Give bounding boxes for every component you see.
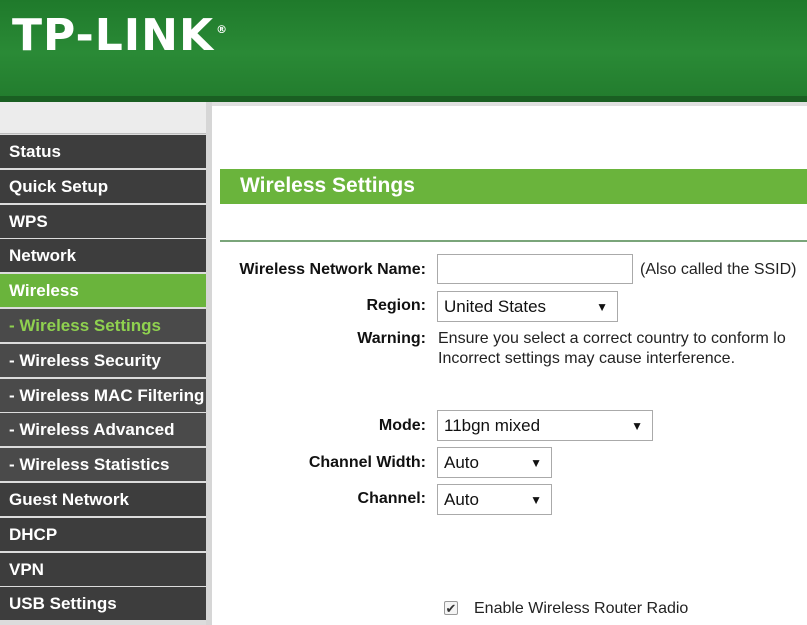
channel-label: Channel: [357, 490, 426, 507]
sidebar-item-quick-setup[interactable]: Quick Setup [0, 169, 206, 203]
sidebar-item-dhcp[interactable]: DHCP [0, 517, 206, 551]
chevron-down-icon: ▼ [631, 419, 643, 433]
channel-value: Auto [444, 490, 479, 509]
sidebar-item-wireless-settings[interactable]: - Wireless Settings [0, 308, 206, 342]
sidebar-item-wireless-advanced[interactable]: - Wireless Advanced [0, 413, 206, 447]
channel-width-label: Channel Width: [308, 454, 426, 471]
channel-select[interactable]: Auto ▼ [437, 484, 552, 515]
sidebar-item-usb-settings[interactable]: USB Settings [0, 587, 206, 621]
sidebar-item-network[interactable]: Network [0, 239, 206, 273]
tp-link-logo: TP-LINK ® [12, 10, 229, 61]
mode-select[interactable]: 11bgn mixed ▼ [437, 410, 653, 441]
page-title: Wireless Settings [240, 174, 415, 197]
sidebar-item-guest-network[interactable]: Guest Network [0, 482, 206, 516]
sidebar-item-wireless-security[interactable]: - Wireless Security [0, 343, 206, 377]
region-select[interactable]: United States ▼ [437, 291, 618, 322]
chevron-down-icon: ▼ [530, 493, 542, 507]
sidebar-divider [206, 102, 212, 625]
section-divider [220, 240, 807, 242]
sidebar-top-spacer [0, 102, 206, 134]
warning-text-line1: Ensure you select a correct country to c… [438, 330, 786, 347]
sidebar-item-wireless-mac-filtering[interactable]: - Wireless MAC Filtering [0, 378, 206, 412]
region-label: Region: [366, 297, 426, 314]
region-value: United States [444, 297, 547, 316]
header-banner: TP-LINK ® [0, 0, 807, 96]
sidebar-menu: Status Quick Setup WPS Network Wireless … [0, 135, 206, 622]
channel-width-select[interactable]: Auto ▼ [437, 447, 552, 478]
sidebar-item-wps[interactable]: WPS [0, 204, 206, 238]
checkmark-icon: ✔ [445, 601, 457, 616]
content-top-border [212, 102, 807, 106]
sidebar: Status Quick Setup WPS Network Wireless … [0, 102, 212, 625]
enable-radio-label: Enable Wireless Router Radio [474, 600, 689, 617]
chevron-down-icon: ▼ [530, 456, 542, 470]
channel-width-value: Auto [444, 453, 479, 472]
warning-text-line2: Incorrect settings may cause interferenc… [438, 350, 736, 367]
sidebar-item-vpn[interactable]: VPN [0, 552, 206, 586]
page-title-bar: Wireless Settings [220, 169, 807, 204]
mode-label: Mode: [378, 417, 426, 434]
ssid-label: Wireless Network Name: [239, 261, 426, 278]
sidebar-item-wireless[interactable]: Wireless [0, 274, 206, 308]
sidebar-item-status[interactable]: Status [0, 135, 206, 168]
ssid-note: (Also called the SSID) [640, 261, 797, 278]
ssid-input[interactable] [437, 254, 633, 284]
mode-value: 11bgn mixed [444, 416, 541, 435]
sidebar-item-wireless-statistics[interactable]: - Wireless Statistics [0, 448, 206, 482]
warning-label: Warning: [357, 330, 426, 347]
enable-radio-checkbox[interactable]: ✔ [444, 601, 458, 616]
chevron-down-icon: ▼ [596, 300, 608, 314]
